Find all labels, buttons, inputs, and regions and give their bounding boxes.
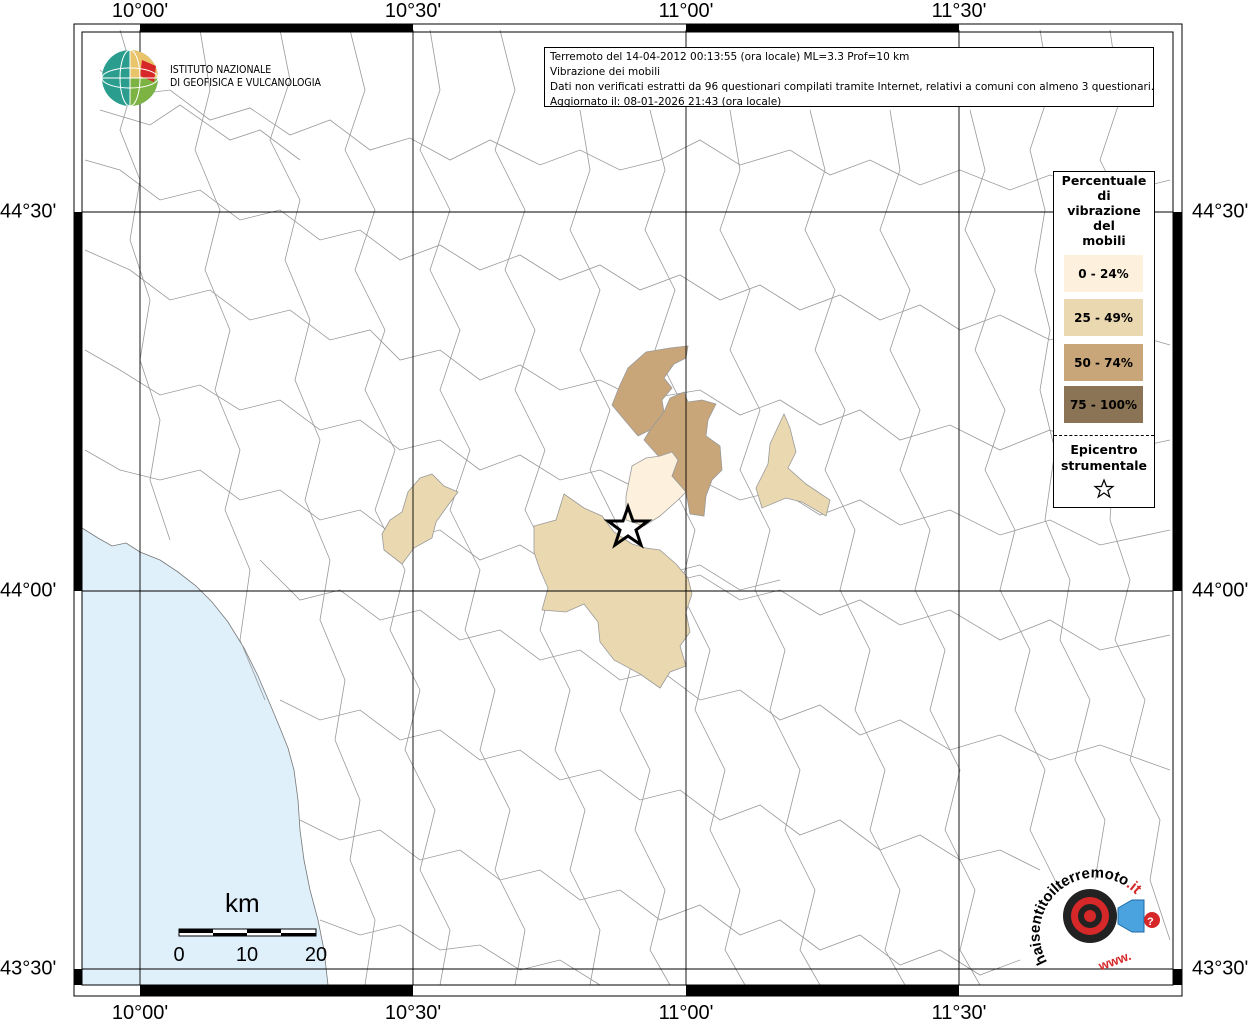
- scale-label-20: 20: [304, 944, 328, 966]
- lon-label-top-2: 10°30': [384, 0, 442, 22]
- lat-label-left-2: 44°00': [0, 579, 57, 602]
- legend-label: 25 - 49%: [1074, 310, 1133, 325]
- legend-swatch-75-100: 75 - 100%: [1064, 386, 1143, 423]
- scale-label-10: 10: [235, 944, 259, 966]
- lat-label-right-3: 43°30': [1192, 957, 1249, 980]
- lon-label-bottom-4: 11°30': [931, 1002, 987, 1024]
- lon-label-top-4: 11°30': [931, 0, 987, 22]
- event-parameter: Vibrazione dei mobili: [550, 66, 661, 78]
- lat-label-left-3: 43°30': [0, 957, 57, 980]
- scale-label-0: 0: [173, 944, 185, 966]
- lon-label-bottom-2: 10°30': [384, 1002, 442, 1024]
- legend-title-line: del: [1093, 218, 1115, 233]
- area-25-49-west: [381, 473, 459, 565]
- lat-label-right-1: 44°30': [1192, 200, 1249, 223]
- legend-swatch-50-74: 50 - 74%: [1064, 344, 1143, 381]
- lat-label-right-2: 44°00': [1192, 579, 1249, 602]
- event-info-box: Terremoto del 14-04-2012 00:13:55 (ora l…: [544, 47, 1155, 108]
- scale-unit: km: [225, 888, 260, 918]
- intensity-areas: [381, 345, 831, 689]
- legend-title-line: Percentuale: [1061, 173, 1147, 188]
- lon-label-top-3: 11°00': [658, 0, 714, 22]
- scale-bar: [178, 928, 317, 937]
- legend-star-icon: [1093, 478, 1115, 499]
- institute-name: ISTITUTO NAZIONALE DI GEOFISICA E VULCAN…: [170, 64, 321, 90]
- legend-title-line: mobili: [1082, 233, 1126, 248]
- legend-title: Percentuale di vibrazione del mobili: [1054, 173, 1154, 248]
- legend-title-line: di: [1097, 188, 1111, 203]
- lon-label-bottom-1: 10°00': [111, 1002, 169, 1024]
- lat-label-left-1: 44°30': [0, 200, 57, 223]
- ingv-globe-logo: [101, 49, 159, 107]
- legend-label: 75 - 100%: [1069, 397, 1138, 412]
- institute-line-1: ISTITUTO NAZIONALE: [170, 64, 272, 76]
- legend-epicenter-line: strumentale: [1060, 458, 1148, 473]
- area-25-49-east: [755, 413, 831, 517]
- legend-epicenter-line: Epicentro: [1070, 442, 1138, 457]
- lon-label-top-1: 10°00': [111, 0, 169, 22]
- haisentitoilterremoto-logo: haisentitoilterremoto.it ? www.: [1028, 864, 1160, 974]
- legend-label: 0 - 24%: [1078, 266, 1129, 281]
- legend-swatch-25-49: 25 - 49%: [1064, 299, 1143, 336]
- logo-www: www.: [1096, 948, 1134, 974]
- area-0-24: [625, 451, 687, 527]
- event-updated: Aggiornato il: 08-01-2026 21:43 (ora loc…: [550, 96, 782, 108]
- legend: Percentuale di vibrazione del mobili 0 -…: [1053, 171, 1155, 508]
- legend-epicenter-label: Epicentro strumentale: [1054, 442, 1154, 474]
- legend-title-line: vibrazione: [1067, 203, 1141, 218]
- legend-label: 50 - 74%: [1074, 355, 1133, 370]
- event-title: Terremoto del 14-04-2012 00:13:55 (ora l…: [550, 51, 910, 63]
- legend-divider: [1054, 435, 1154, 436]
- sea-area: [81, 527, 329, 986]
- institute-line-2: DI GEOFISICA E VULCANOLOGIA: [170, 77, 322, 89]
- lon-label-bottom-3: 11°00': [658, 1002, 714, 1024]
- event-disclaimer: Dati non verificati estratti da 96 quest…: [550, 81, 1155, 93]
- svg-text:?: ?: [1147, 916, 1154, 928]
- legend-swatch-0-24: 0 - 24%: [1064, 255, 1143, 292]
